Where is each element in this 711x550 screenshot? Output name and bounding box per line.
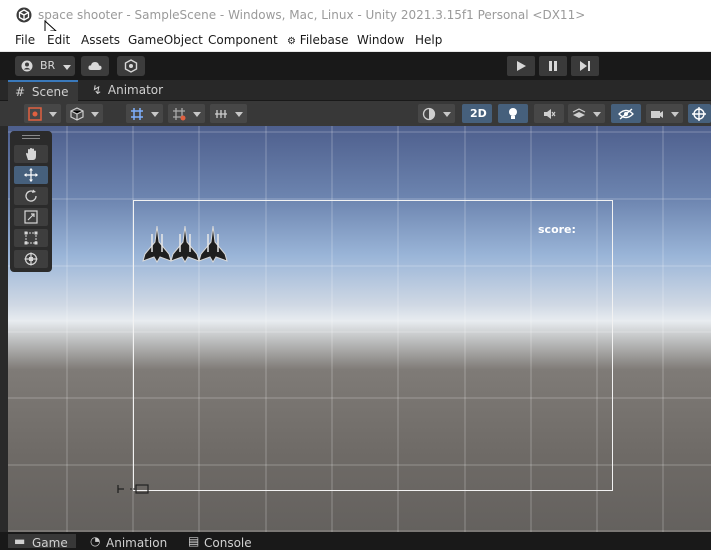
tab-console-label: Console bbox=[204, 536, 252, 550]
transform-tool[interactable] bbox=[14, 250, 48, 268]
menu-help[interactable]: Help bbox=[415, 33, 442, 47]
account-icon bbox=[21, 60, 33, 72]
scene-tab-bar: # Scene ↯ Animator bbox=[0, 80, 711, 102]
tab-game-label: Game bbox=[32, 536, 68, 550]
increment-snap-dropdown[interactable] bbox=[168, 104, 205, 123]
account-dropdown-arrow-icon bbox=[63, 65, 71, 70]
pause-icon bbox=[549, 61, 557, 71]
align-dropdown[interactable] bbox=[210, 104, 247, 123]
hand-tool[interactable] bbox=[14, 145, 48, 163]
account-dropdown[interactable]: BR bbox=[15, 56, 75, 76]
shading-icon bbox=[422, 107, 436, 121]
rotate-tool[interactable] bbox=[14, 187, 48, 205]
bottom-tab-bar: ▬ Game ◔ Animation ▤ Console bbox=[0, 532, 711, 550]
align-arrow-icon bbox=[235, 112, 243, 117]
tab-scene-label: Scene bbox=[31, 85, 69, 99]
filebase-icon: ⚙ bbox=[287, 36, 296, 47]
scene-view-toolbar: 2D bbox=[0, 101, 711, 127]
2d-toggle[interactable]: 2D bbox=[462, 104, 492, 123]
menu-filebase-label: Filebase bbox=[299, 33, 349, 47]
increment-snap-icon bbox=[173, 108, 186, 121]
scale-icon bbox=[24, 210, 38, 224]
cube-icon bbox=[70, 107, 84, 121]
light-bulb-icon bbox=[509, 108, 517, 119]
lighting-toggle[interactable] bbox=[498, 104, 528, 123]
audio-toggle[interactable] bbox=[534, 104, 564, 123]
scene-viewport[interactable]: score: bbox=[8, 126, 711, 532]
draw-mode-arrow-icon bbox=[49, 112, 57, 117]
left-strip bbox=[0, 126, 8, 532]
menu-bar: File Edit Assets GameObject Component ⚙ … bbox=[0, 31, 711, 52]
window-title: space shooter - SampleScene - Windows, M… bbox=[38, 8, 586, 22]
rect-icon bbox=[24, 231, 38, 245]
tab-scene[interactable]: # Scene bbox=[8, 80, 78, 102]
move-tool[interactable] bbox=[14, 166, 48, 184]
main-toolbar: BR bbox=[0, 52, 711, 80]
effects-icon bbox=[572, 108, 586, 118]
tab-animator[interactable]: ↯ Animator bbox=[88, 80, 168, 102]
rect-tool[interactable] bbox=[14, 229, 48, 247]
grid-snap-icon bbox=[131, 108, 143, 120]
menu-gameobject[interactable]: GameObject bbox=[128, 33, 203, 47]
account-label: BR bbox=[40, 59, 56, 72]
unity-logo-icon bbox=[16, 7, 32, 23]
increment-snap-arrow-icon bbox=[193, 112, 201, 117]
hand-icon bbox=[26, 148, 36, 160]
visibility-icon bbox=[618, 108, 634, 120]
step-button[interactable] bbox=[571, 56, 599, 76]
menu-edit[interactable]: Edit bbox=[47, 33, 70, 47]
grid-snap-arrow-icon bbox=[151, 112, 159, 117]
menu-component[interactable]: Component bbox=[208, 33, 278, 47]
step-icon bbox=[580, 61, 590, 71]
pause-button[interactable] bbox=[539, 56, 567, 76]
menu-filebase[interactable]: ⚙ Filebase bbox=[287, 33, 348, 47]
scene-tools-panel bbox=[10, 131, 52, 272]
cloud-icon bbox=[88, 62, 102, 70]
scene-visibility-toggle[interactable] bbox=[611, 104, 641, 123]
rotate-icon bbox=[25, 189, 37, 202]
scene-tab-icon: # bbox=[15, 85, 26, 99]
menu-window[interactable]: Window bbox=[357, 33, 404, 47]
event-system-gizmo-icon bbox=[117, 484, 149, 494]
scale-tool[interactable] bbox=[14, 208, 48, 226]
effects-dropdown[interactable] bbox=[568, 104, 605, 123]
menu-file[interactable]: File bbox=[15, 33, 35, 47]
player-ship-sprite[interactable] bbox=[198, 224, 228, 264]
gizmos-icon bbox=[692, 107, 706, 121]
collab-icon bbox=[124, 59, 138, 73]
draw-mode-dropdown[interactable] bbox=[24, 104, 61, 123]
audio-mute-icon bbox=[544, 109, 556, 119]
tab-animation-label: Animation bbox=[106, 536, 168, 550]
title-bar: space shooter - SampleScene - Windows, M… bbox=[0, 0, 711, 40]
score-label[interactable]: score: bbox=[538, 223, 576, 236]
2d-toggle-label: 2D bbox=[470, 107, 487, 120]
shading-arrow-icon bbox=[443, 112, 451, 117]
effects-arrow-icon bbox=[593, 112, 601, 117]
player-ship-sprite[interactable] bbox=[142, 224, 172, 264]
camera-dropdown[interactable] bbox=[646, 104, 683, 123]
play-icon bbox=[517, 61, 526, 71]
draw-mode-icon bbox=[28, 107, 42, 121]
play-button[interactable] bbox=[507, 56, 535, 76]
cloud-button[interactable] bbox=[81, 56, 109, 76]
camera-icon bbox=[651, 111, 663, 118]
align-icon bbox=[215, 110, 227, 118]
player-ship-sprite[interactable] bbox=[170, 224, 200, 264]
gizmos-toggle[interactable] bbox=[688, 104, 711, 123]
collab-button[interactable] bbox=[117, 56, 145, 76]
move-icon bbox=[24, 168, 38, 182]
render-mode-dropdown[interactable] bbox=[66, 104, 103, 123]
animator-tab-icon: ↯ bbox=[92, 83, 103, 97]
shading-mode-dropdown[interactable] bbox=[418, 104, 455, 123]
menu-assets[interactable]: Assets bbox=[81, 33, 120, 47]
render-mode-arrow-icon bbox=[91, 112, 99, 117]
tab-animator-label: Animator bbox=[107, 83, 164, 97]
grid-snap-dropdown[interactable] bbox=[126, 104, 163, 123]
transform-icon bbox=[24, 252, 38, 266]
camera-arrow-icon bbox=[671, 112, 679, 117]
